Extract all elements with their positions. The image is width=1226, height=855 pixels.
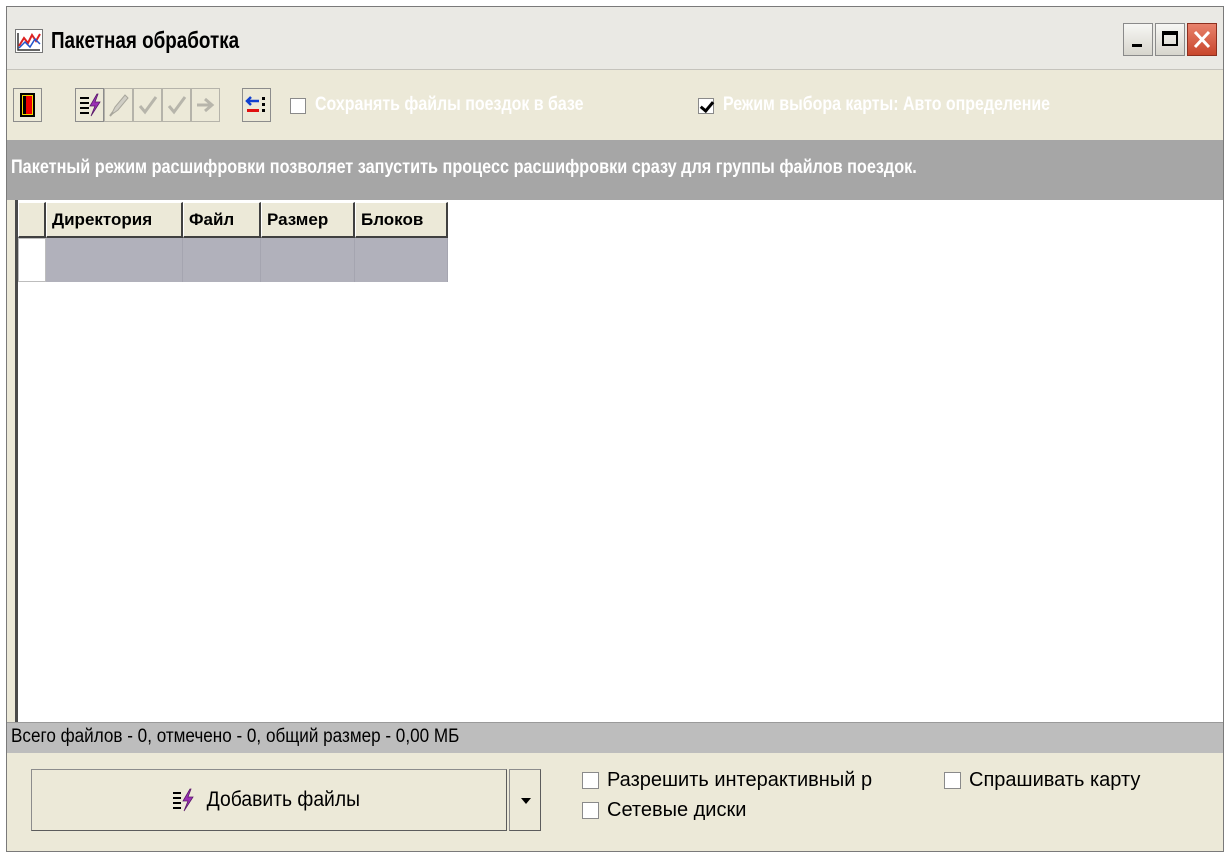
status-bar: Всего файлов - 0, отмечено - 0, общий ра… [7, 722, 1223, 753]
exit-door-button[interactable] [13, 88, 42, 122]
table-row[interactable] [18, 238, 448, 282]
network-drives-checkbox[interactable] [582, 802, 599, 819]
column-header-file[interactable]: Файл [183, 202, 261, 238]
table-cell[interactable] [261, 238, 355, 282]
add-files-toolbar-icon[interactable] [75, 88, 104, 122]
add-files-dropdown-button[interactable] [509, 769, 541, 831]
row-indicator[interactable] [18, 238, 46, 282]
add-files-button[interactable]: Добавить файлы [31, 769, 507, 831]
map-mode-checkbox[interactable] [698, 98, 714, 114]
check-icon[interactable] [133, 88, 162, 122]
status-text: Всего файлов - 0, отмечено - 0, общий ра… [11, 726, 460, 747]
files-grid[interactable]: Директория Файл Размер Блоков [15, 200, 1223, 722]
maximize-button[interactable] [1155, 23, 1185, 56]
info-text: Пакетный режим расшифровки позволяет зап… [11, 157, 917, 178]
batch-processing-window: Пакетная обработка Сохранять файлы поезд… [6, 6, 1224, 852]
map-mode-label: Режим выбора карты: Авто определение [723, 94, 1051, 115]
chart-app-icon [15, 29, 43, 53]
edit-pen-icon[interactable] [104, 88, 133, 122]
add-files-icon [172, 787, 194, 813]
add-files-label: Добавить файлы [206, 788, 360, 811]
ask-map-label: Спрашивать карту [969, 769, 1141, 791]
sort-exchange-icon[interactable] [242, 88, 271, 122]
column-header-size[interactable]: Размер [261, 202, 355, 238]
table-cell[interactable] [355, 238, 448, 282]
save-trips-checkbox[interactable] [290, 98, 306, 114]
minimize-button[interactable] [1123, 23, 1153, 56]
ask-map-checkbox[interactable] [944, 772, 961, 789]
network-drives-label: Сетевые диски [607, 799, 747, 821]
column-header-blocks[interactable]: Блоков [355, 202, 448, 238]
column-header-directory[interactable]: Директория [46, 202, 183, 238]
table-cell[interactable] [46, 238, 183, 282]
interactive-option[interactable]: Разрешить интерактивный р [582, 769, 944, 792]
grid-header: Директория Файл Размер Блоков [18, 202, 448, 238]
title-bar[interactable]: Пакетная обработка [7, 7, 1223, 70]
ask-map-option[interactable]: Спрашивать карту [944, 769, 1140, 792]
bottom-panel: Добавить файлы Разрешить интерактивный р… [7, 753, 1223, 851]
interactive-label: Разрешить интерактивный р [607, 769, 873, 791]
interactive-checkbox[interactable] [582, 772, 599, 789]
network-drives-option[interactable]: Сетевые диски [582, 799, 746, 822]
close-button[interactable] [1187, 23, 1217, 56]
info-banner: Пакетный режим расшифровки позволяет зап… [7, 140, 1223, 200]
save-trips-label: Сохранять файлы поездок в базе [315, 94, 584, 115]
check-all-icon[interactable] [162, 88, 191, 122]
table-cell[interactable] [183, 238, 261, 282]
grid-header-corner [18, 202, 46, 238]
window-title: Пакетная обработка [51, 27, 240, 53]
toolbar: Сохранять файлы поездок в базе Режим выб… [7, 70, 1223, 140]
run-arrow-icon[interactable] [191, 88, 220, 122]
